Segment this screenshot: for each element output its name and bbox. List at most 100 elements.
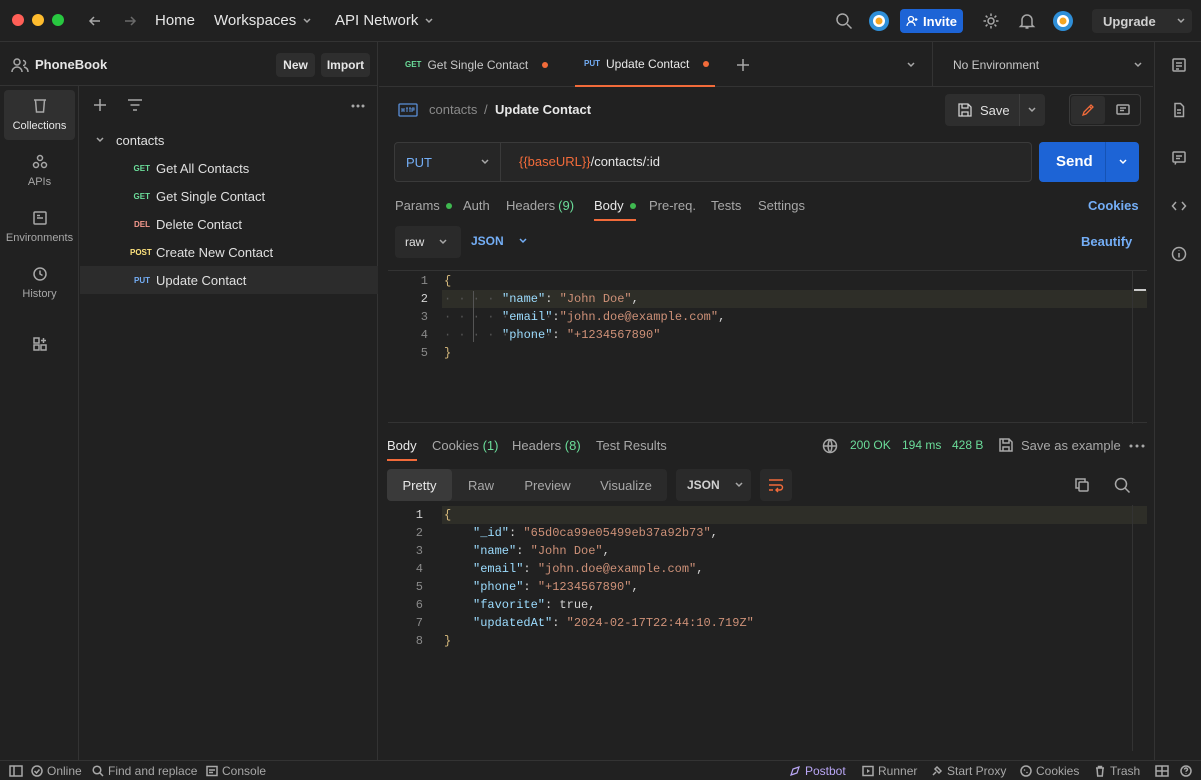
response-tab-test-results[interactable]: Test Results bbox=[596, 438, 667, 453]
runner-button[interactable]: Runner bbox=[862, 764, 917, 778]
workspaces-menu[interactable]: Workspaces bbox=[214, 12, 312, 29]
more-horizontal-icon[interactable] bbox=[1129, 444, 1145, 448]
tab-auth[interactable]: Auth bbox=[463, 198, 490, 213]
send-button[interactable]: Send bbox=[1039, 142, 1139, 182]
start-proxy-button[interactable]: Start Proxy bbox=[931, 764, 1006, 778]
gear-icon[interactable] bbox=[982, 12, 1000, 30]
bell-icon[interactable] bbox=[1018, 12, 1036, 30]
trash-button[interactable]: Trash bbox=[1094, 764, 1140, 778]
tab-get-single-contact[interactable]: GET Get Single Contact bbox=[405, 42, 549, 87]
tab-tests[interactable]: Tests bbox=[711, 198, 741, 213]
home-link[interactable]: Home bbox=[155, 12, 195, 29]
view-raw-button[interactable]: Raw bbox=[452, 469, 510, 501]
copy-icon[interactable] bbox=[1074, 477, 1090, 493]
info-icon[interactable] bbox=[1171, 246, 1187, 262]
rail-item-environments[interactable]: Environments bbox=[4, 202, 75, 252]
comments-icon[interactable] bbox=[1171, 150, 1187, 166]
tab-params[interactable]: Params bbox=[395, 198, 452, 213]
edit-mode-button[interactable] bbox=[1071, 96, 1105, 124]
response-tab-headers[interactable]: Headers (8) bbox=[512, 438, 581, 453]
cookies-button[interactable]: Cookies bbox=[1020, 764, 1079, 778]
documentation-icon[interactable] bbox=[1171, 102, 1187, 118]
body-format-label: JSON bbox=[471, 234, 504, 248]
body-mode-select[interactable]: raw bbox=[395, 226, 461, 258]
code-brace: } bbox=[444, 346, 452, 360]
response-time[interactable]: 194 ms bbox=[902, 438, 941, 452]
tab-body[interactable]: Body bbox=[594, 198, 636, 221]
avatar[interactable] bbox=[868, 10, 890, 32]
json-value: "+1234567890" bbox=[566, 328, 661, 342]
layout-toggle-icon[interactable] bbox=[1155, 765, 1169, 777]
api-network-menu[interactable]: API Network bbox=[335, 12, 434, 29]
code-line: "phone": "+1234567890" bbox=[502, 328, 661, 342]
response-tab-body[interactable]: Body bbox=[387, 438, 417, 461]
search-icon[interactable] bbox=[1114, 477, 1131, 494]
search-icon[interactable] bbox=[835, 12, 853, 30]
tree-item-get-single-contact[interactable]: GET Get Single Contact bbox=[80, 182, 378, 210]
help-icon[interactable] bbox=[1180, 765, 1192, 777]
body-format-select[interactable]: JSON bbox=[471, 234, 528, 248]
tab-prereq[interactable]: Pre-req. bbox=[649, 198, 696, 213]
rail-item-history[interactable]: History bbox=[4, 258, 75, 308]
console-button[interactable]: Console bbox=[206, 764, 266, 778]
method-select[interactable]: PUT bbox=[395, 143, 501, 181]
tree-item-get-all-contacts[interactable]: GET Get All Contacts bbox=[80, 154, 378, 182]
workspace-header: PhoneBook New Import bbox=[0, 42, 378, 86]
minimize-window-button[interactable] bbox=[32, 14, 44, 26]
environment-quicklook-icon[interactable] bbox=[1171, 57, 1187, 73]
environment-select[interactable]: No Environment bbox=[932, 42, 1153, 87]
response-body-viewer[interactable]: 1 2 3 4 5 6 7 8 { "_id": "65d0ca99e05499… bbox=[388, 505, 1147, 751]
response-tab-cookies[interactable]: Cookies (1) bbox=[432, 438, 498, 453]
back-arrow-icon[interactable] bbox=[87, 13, 103, 29]
tab-update-contact[interactable]: PUT Update Contact bbox=[575, 42, 715, 87]
more-horizontal-icon[interactable] bbox=[351, 104, 365, 108]
view-visualize-button[interactable]: Visualize bbox=[585, 469, 667, 501]
tab-headers[interactable]: Headers (9) bbox=[506, 198, 574, 213]
import-button[interactable]: Import bbox=[321, 53, 370, 77]
line-number: 2 bbox=[415, 526, 423, 540]
filter-icon[interactable] bbox=[127, 98, 143, 112]
folder-contacts[interactable]: contacts bbox=[80, 126, 378, 154]
response-format-select[interactable]: JSON bbox=[676, 469, 751, 501]
globe-icon[interactable] bbox=[822, 438, 838, 454]
view-preview-button[interactable]: Preview bbox=[510, 469, 585, 501]
postbot-button[interactable]: Postbot bbox=[789, 764, 846, 778]
rail-item-configure[interactable] bbox=[4, 320, 75, 368]
cookies-link[interactable]: Cookies bbox=[1088, 198, 1139, 213]
rail-item-apis[interactable]: APIs bbox=[4, 146, 75, 196]
request-title[interactable]: Update Contact bbox=[495, 102, 591, 117]
tab-settings[interactable]: Settings bbox=[758, 198, 805, 213]
request-body-editor[interactable]: 1 2 3 4 5 { · · · · "name": "John Doe", … bbox=[388, 270, 1147, 424]
upgrade-button[interactable]: Upgrade bbox=[1092, 9, 1192, 33]
profile-avatar[interactable] bbox=[1052, 10, 1074, 32]
tabs-dropdown-chevron-icon[interactable] bbox=[906, 60, 916, 70]
online-status[interactable]: Online bbox=[31, 764, 82, 778]
maximize-window-button[interactable] bbox=[52, 14, 64, 26]
wrap-lines-button[interactable] bbox=[760, 469, 792, 501]
comment-mode-button[interactable] bbox=[1106, 96, 1140, 124]
code-icon[interactable] bbox=[1171, 198, 1187, 214]
find-replace-button[interactable]: Find and replace bbox=[92, 764, 197, 778]
grid-plus-icon bbox=[32, 337, 47, 351]
tree-item-create-new-contact[interactable]: POST Create New Contact bbox=[80, 238, 378, 266]
new-tab-plus-icon[interactable] bbox=[736, 58, 750, 72]
sidebar-toggle-icon[interactable] bbox=[9, 765, 23, 777]
url-bar: PUT {{baseURL}}/contacts/:id bbox=[394, 142, 1032, 182]
response-status[interactable]: 200 OK bbox=[850, 438, 891, 452]
invite-button[interactable]: Invite bbox=[900, 9, 963, 33]
plus-icon[interactable] bbox=[93, 98, 107, 112]
breadcrumb-collection[interactable]: contacts bbox=[429, 102, 477, 117]
url-input[interactable]: {{baseURL}}/contacts/:id bbox=[519, 154, 660, 169]
response-size[interactable]: 428 B bbox=[952, 438, 983, 452]
save-button[interactable]: Save bbox=[945, 94, 1045, 126]
new-button[interactable]: New bbox=[276, 53, 315, 77]
forward-arrow-icon[interactable] bbox=[122, 13, 138, 29]
save-as-example-label: Save as example bbox=[1021, 437, 1121, 453]
save-as-example-button[interactable]: Save as example bbox=[998, 437, 1121, 453]
beautify-link[interactable]: Beautify bbox=[1081, 234, 1132, 249]
rail-item-collections[interactable]: Collections bbox=[4, 90, 75, 140]
close-window-button[interactable] bbox=[12, 14, 24, 26]
view-pretty-button[interactable]: Pretty bbox=[387, 469, 452, 501]
tree-item-update-contact[interactable]: PUT Update Contact bbox=[80, 266, 378, 294]
tree-item-delete-contact[interactable]: DEL Delete Contact bbox=[80, 210, 378, 238]
